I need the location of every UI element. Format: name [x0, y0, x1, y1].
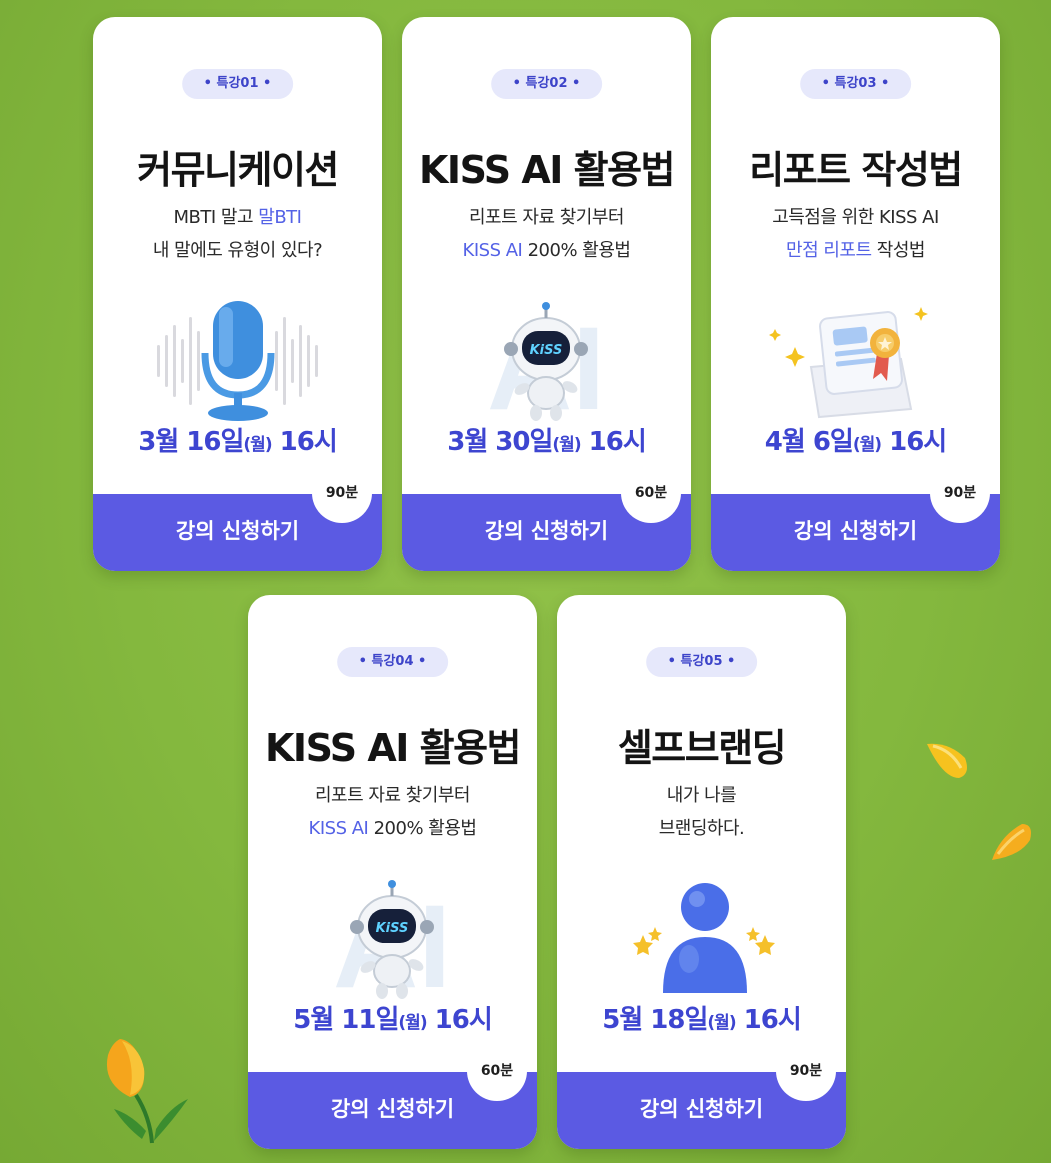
lecture-description: MBTI 말고 말BTI 내 말에도 유형이 있다?: [152, 207, 323, 261]
lecture-badge: • 특강05 •: [645, 647, 758, 677]
lecture-description: 리포트 자료 찾기부터 KISS AI 200% 활용법: [308, 785, 477, 839]
duration-badge: 90분: [930, 463, 990, 523]
duration-badge: 60분: [621, 463, 681, 523]
tulip-decoration: [106, 1039, 188, 1144]
lecture-card-5: • 특강05 • 셀프브랜딩 내가 나를 브랜딩하다. 5월 18일(월) 16…: [557, 595, 846, 1149]
lecture-title: 커뮤니케이션: [137, 148, 339, 192]
robot-icon: AI KiSS: [487, 302, 605, 425]
lecture-badge: • 특강01 •: [181, 69, 294, 99]
lecture-card-1: • 특강01 • 커뮤니케이션 MBTI 말고 말BTI 내 말에도 유형이 있…: [93, 17, 382, 571]
lecture-description: 리포트 자료 찾기부터 KISS AI 200% 활용법: [462, 207, 631, 261]
petal-decoration: [992, 824, 1031, 860]
lecture-date: 4월 6일(월) 16시: [764, 427, 947, 457]
certificate-icon: [769, 307, 928, 419]
duration-badge: 90분: [776, 1041, 836, 1101]
microphone-icon: [157, 301, 318, 421]
lecture-title: KISS AI 활용법: [264, 726, 522, 770]
lecture-date: 5월 18일(월) 16시: [602, 1005, 802, 1035]
duration-badge: 90분: [312, 463, 372, 523]
lecture-date: 3월 30일(월) 16시: [447, 427, 647, 457]
lecture-date: 5월 11일(월) 16시: [293, 1005, 493, 1035]
lecture-date: 3월 16일(월) 16시: [138, 427, 338, 457]
lecture-card-3: • 특강03 • 리포트 작성법 고득점을 위한 KISS AI 만점 리포트 …: [711, 17, 1000, 571]
petal-decoration: [927, 743, 967, 778]
lecture-badge: • 특강02 •: [490, 69, 603, 99]
lecture-title: 셀프브랜딩: [617, 726, 787, 770]
lecture-title: KISS AI 활용법: [418, 148, 676, 192]
robot-icon: AI KiSS: [333, 880, 451, 1003]
lecture-badge: • 특강04 •: [336, 647, 449, 677]
lecture-description: 내가 나를 브랜딩하다.: [658, 785, 745, 839]
lecture-card-2: • 특강02 • KISS AI 활용법 리포트 자료 찾기부터 KISS AI…: [402, 17, 691, 571]
lecture-title: 리포트 작성법: [749, 148, 963, 192]
svg-text:KiSS: KiSS: [530, 343, 563, 358]
duration-badge: 60분: [467, 1041, 527, 1101]
lecture-card-4: • 특강04 • KISS AI 활용법 리포트 자료 찾기부터 KISS AI…: [248, 595, 537, 1149]
person-star-icon: [633, 883, 775, 993]
svg-text:KiSS: KiSS: [376, 921, 409, 936]
lecture-badge: • 특강03 •: [799, 69, 912, 99]
lecture-description: 고득점을 위한 KISS AI 만점 리포트 작성법: [772, 207, 939, 261]
